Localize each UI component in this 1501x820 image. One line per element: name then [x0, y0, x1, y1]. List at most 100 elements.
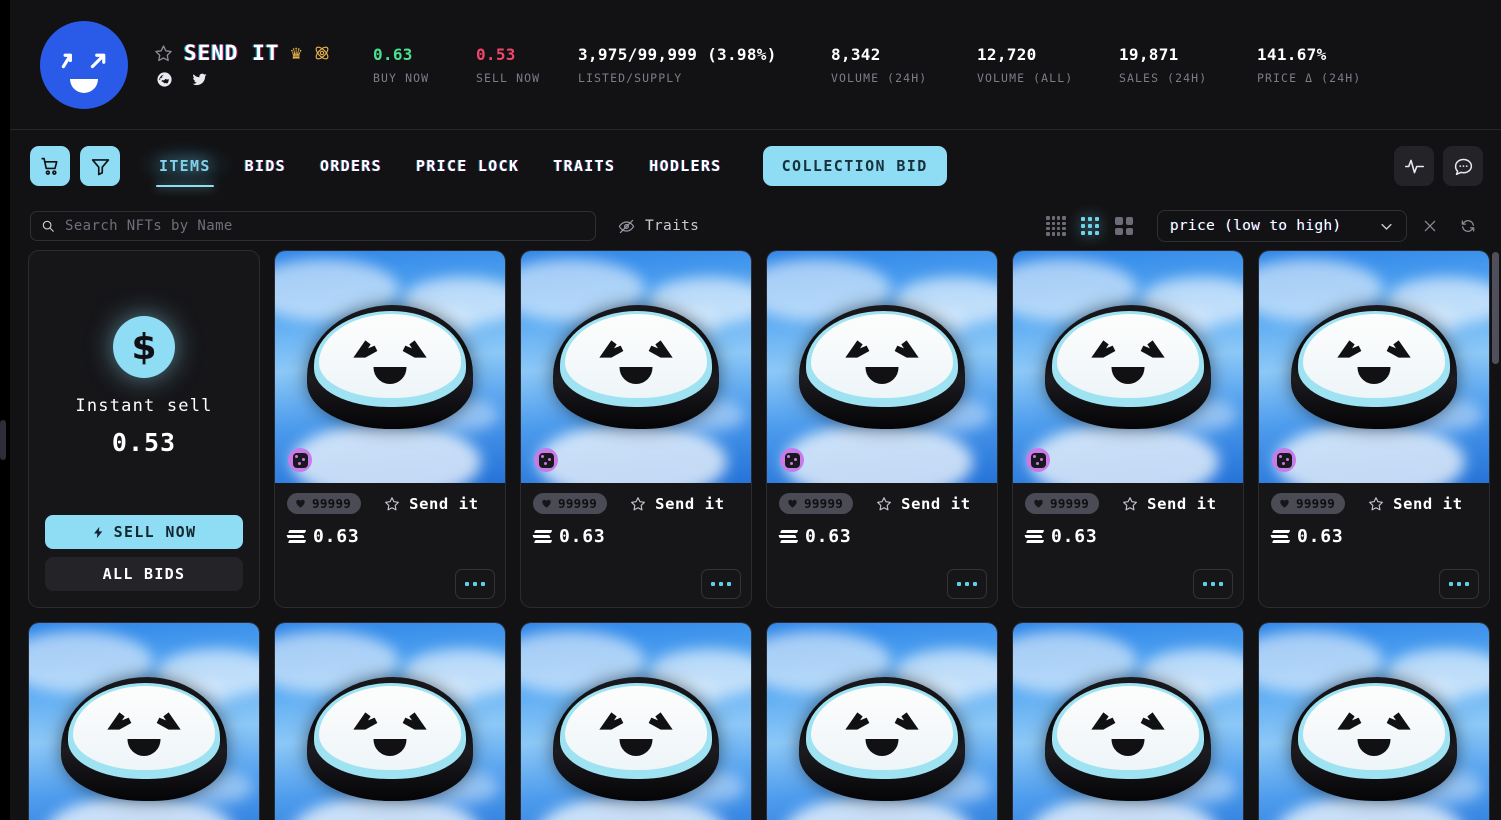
nft-artwork [521, 251, 751, 483]
nft-blob-character [1045, 305, 1211, 429]
tab-price-lock[interactable]: PRICE LOCK [399, 145, 536, 187]
vertical-scrollbar-thumb[interactable] [1492, 252, 1499, 364]
activity-button[interactable] [1394, 146, 1434, 186]
blob-eye-right-icon [645, 331, 679, 363]
blob-eye-right-icon [399, 331, 433, 363]
nft-card[interactable]: 99999 Send it 0.63 [766, 250, 998, 608]
view-dense-button[interactable] [1039, 211, 1073, 241]
blob-eye-left-icon [1331, 703, 1365, 735]
tab-bids[interactable]: BIDS [228, 145, 303, 187]
nft-more-menu-button[interactable] [1193, 569, 1233, 599]
blob-eye-left-icon [347, 703, 381, 735]
stat-value: 0.63 [373, 45, 476, 64]
collection-bid-button[interactable]: COLLECTION BID [763, 146, 947, 186]
nft-card[interactable]: 99999 Send it 0.63 [520, 622, 752, 820]
collection-title-row: SEND IT ♛ [154, 41, 331, 65]
favorite-star-icon[interactable] [1368, 496, 1384, 512]
view-medium-button[interactable] [1073, 211, 1107, 241]
blob-mouth-icon [620, 367, 653, 384]
stat-volume-24h: 8,342 VOLUME (24H) [831, 45, 977, 85]
nft-card[interactable]: 99999 Send it 0.63 [1258, 250, 1490, 608]
cart-button[interactable] [30, 146, 70, 186]
favorite-star-icon[interactable] [876, 496, 892, 512]
nft-price: 0.63 [1051, 526, 1098, 547]
stat-value: 8,342 [831, 45, 977, 64]
rank-badge: 99999 [1025, 493, 1099, 514]
blob-eye-right-icon [153, 703, 187, 735]
nft-price: 0.63 [1297, 526, 1344, 547]
blob-eye-left-icon [1085, 331, 1119, 363]
stat-label: VOLUME (24H) [831, 71, 977, 85]
stat-label: SALES (24H) [1119, 71, 1257, 85]
close-x-icon [1422, 218, 1438, 234]
globe-icon[interactable] [156, 71, 173, 88]
blob-mouth-icon [1112, 739, 1145, 756]
nft-card[interactable]: 99999 Send it 0.63 [766, 622, 998, 820]
magiceden-badge-icon [780, 448, 804, 472]
diamond-icon [787, 498, 798, 509]
all-bids-button[interactable]: ALL BIDS [45, 557, 243, 591]
sell-now-button[interactable]: SELL NOW [45, 515, 243, 549]
tab-orders[interactable]: ORDERS [303, 145, 399, 187]
nft-card[interactable]: 99999 Send it 0.63 [274, 250, 506, 608]
grid-dense-icon [1046, 216, 1066, 236]
collection-header: SEND IT ♛ [10, 0, 1501, 130]
view-large-button[interactable] [1107, 211, 1141, 241]
nft-more-menu-button[interactable] [1439, 569, 1479, 599]
blob-eye-left-icon [1085, 703, 1119, 735]
traits-toggle[interactable]: Traits [618, 218, 699, 235]
tab-label: ITEMS [159, 157, 211, 175]
instant-sell-panel: $ Instant sell 0.53 SELL NOW ALL BIDS [28, 250, 260, 608]
favorite-star-icon[interactable] [154, 44, 173, 63]
solana-icon [1271, 530, 1288, 544]
nft-blob-character [799, 677, 965, 801]
stat-label: PRICE Δ (24H) [1257, 71, 1361, 85]
magiceden-badge-icon [1026, 448, 1050, 472]
magiceden-badge-icon [534, 448, 558, 472]
nft-card[interactable]: 99999 Send it 0.63 [1012, 622, 1244, 820]
page-scrollbar-thumb[interactable] [0, 420, 6, 460]
rank-value: 99999 [312, 496, 351, 511]
stat-volume-all: 12,720 VOLUME (ALL) [977, 45, 1119, 85]
nft-card[interactable]: 99999 Send it 0.63 [1012, 250, 1244, 608]
lightning-bolt-icon [92, 525, 105, 540]
funnel-filter-icon [90, 156, 111, 177]
nft-more-menu-button[interactable] [455, 569, 495, 599]
refresh-button[interactable] [1453, 211, 1483, 241]
stat-price-delta-24h: 141.67% PRICE Δ (24H) [1257, 45, 1361, 85]
search-input[interactable] [65, 218, 585, 234]
search-box[interactable] [30, 211, 596, 241]
avatar-smile-icon [70, 79, 98, 93]
stat-listed-supply: 3,975/99,999 (3.98%) LISTED/SUPPLY [578, 45, 831, 85]
rank-badge: 99999 [1271, 493, 1345, 514]
favorite-star-icon[interactable] [630, 496, 646, 512]
nft-artwork [1013, 623, 1243, 820]
nft-card[interactable]: 99999 Send it 0.63 [1258, 622, 1490, 820]
chat-button[interactable] [1443, 146, 1483, 186]
nft-blob-character [1045, 677, 1211, 801]
blob-eye-right-icon [1137, 703, 1171, 735]
nft-more-menu-button[interactable] [701, 569, 741, 599]
nft-card[interactable]: 99999 Send it 0.63 [520, 250, 752, 608]
nft-name: Send it [655, 495, 725, 513]
sort-dropdown[interactable]: price (low to high) [1157, 210, 1407, 242]
filter-button[interactable] [80, 146, 120, 186]
instant-sell-title: Instant sell [75, 396, 212, 416]
favorite-star-icon[interactable] [384, 496, 400, 512]
nft-more-menu-button[interactable] [947, 569, 987, 599]
items-grid-area: $ Instant sell 0.53 SELL NOW ALL BIDS [10, 250, 1501, 820]
tab-hodlers[interactable]: HODLERS [632, 145, 738, 187]
nft-card[interactable]: 99999 Send it 0.63 [274, 622, 506, 820]
favorite-star-icon[interactable] [1122, 496, 1138, 512]
blob-mouth-icon [1358, 367, 1391, 384]
stat-value: 19,871 [1119, 45, 1257, 64]
nft-name: Send it [901, 495, 971, 513]
tab-items[interactable]: ITEMS [142, 145, 228, 187]
blob-eye-left-icon [347, 331, 381, 363]
twitter-icon[interactable] [191, 71, 208, 88]
nft-card[interactable]: 99999 Send it 0.63 [28, 622, 260, 820]
grid-medium-icon [1081, 217, 1100, 236]
tab-traits[interactable]: TRAITS [536, 145, 632, 187]
clear-filters-button[interactable] [1415, 211, 1445, 241]
stat-label: SELL NOW [476, 71, 578, 85]
